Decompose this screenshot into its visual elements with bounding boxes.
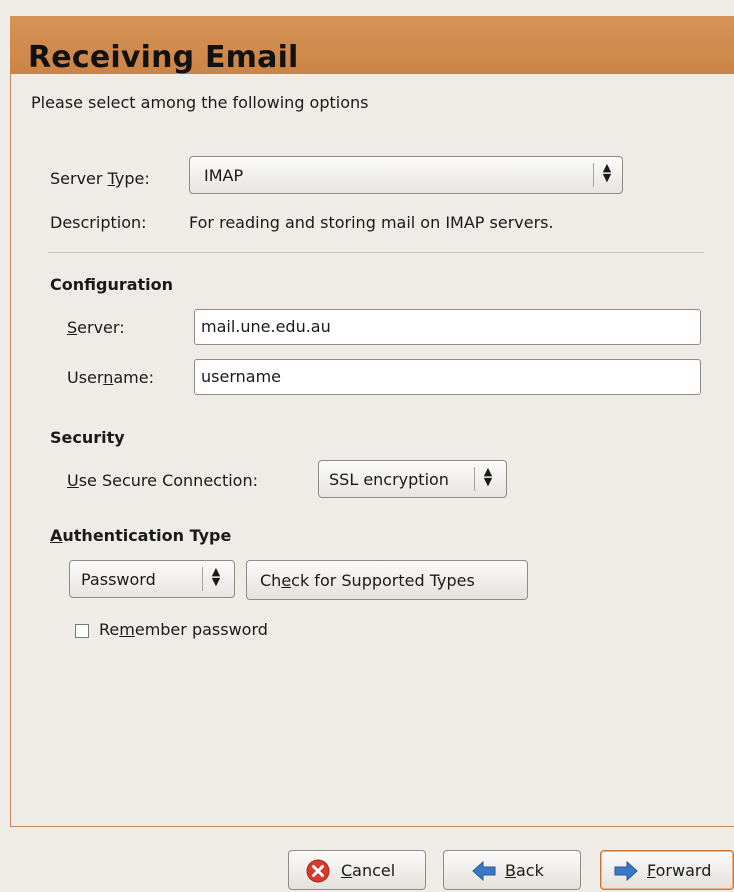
combo-separator — [593, 163, 594, 187]
authentication-heading: Authentication Type — [50, 526, 231, 545]
server-label-rest: erver: — [77, 318, 125, 337]
cancel-label: Cancel — [341, 861, 395, 880]
section-divider — [48, 252, 704, 253]
back-arrow-icon — [472, 859, 496, 883]
secure-connection-label: Use Secure Connection: — [67, 471, 258, 490]
forward-label-mnemonic: F — [647, 861, 656, 880]
server-type-label-prefix: Server — [50, 169, 108, 188]
username-label-suffix: ame: — [113, 368, 154, 387]
forward-label: Forward — [647, 861, 711, 880]
authentication-type-combo[interactable]: Password ▲ ▼ — [69, 560, 235, 598]
username-input-value: username — [201, 367, 281, 386]
assistant-page — [10, 16, 734, 827]
back-label: Back — [505, 861, 544, 880]
remember-label-mnemonic: m — [119, 620, 135, 639]
server-type-value: IMAP — [204, 166, 244, 185]
secure-connection-label-rest: se Secure Connection: — [78, 471, 258, 490]
server-type-label-mnemonic: T — [107, 169, 115, 188]
check-label-mnemonic: e — [281, 571, 292, 590]
back-button[interactable]: Back — [443, 850, 581, 890]
remember-label-suffix: ember password — [134, 620, 268, 639]
username-label-mnemonic: n — [103, 368, 114, 387]
forward-arrow-icon — [614, 859, 638, 883]
authentication-heading-rest: uthentication Type — [62, 526, 232, 545]
secure-connection-combo[interactable]: SSL encryption ▲ ▼ — [318, 460, 507, 498]
check-supported-types-label: Check for Supported Types — [260, 571, 475, 590]
secure-connection-value: SSL encryption — [329, 470, 449, 489]
page-title: Receiving Email — [28, 40, 299, 75]
check-label-prefix: Ch — [260, 571, 282, 590]
instructions-text: Please select among the following option… — [31, 93, 369, 112]
remember-password-label[interactable]: Remember password — [99, 620, 268, 639]
description-text: For reading and storing mail on IMAP ser… — [189, 213, 554, 232]
server-type-combo[interactable]: IMAP ▲ ▼ — [189, 156, 623, 194]
authentication-type-value: Password — [81, 570, 156, 589]
description-label: Description: — [50, 213, 147, 232]
username-input[interactable]: username — [194, 359, 701, 395]
server-type-label: Server Type: — [50, 169, 150, 188]
cancel-label-mnemonic: C — [341, 861, 353, 880]
up-down-arrows-icon: ▲ ▼ — [211, 565, 221, 588]
username-label-prefix: User — [67, 368, 104, 387]
forward-label-rest: orward — [655, 861, 712, 880]
cancel-button[interactable]: Cancel — [288, 850, 426, 890]
secure-connection-label-mnemonic: U — [67, 471, 79, 490]
server-type-label-suffix: ype: — [114, 169, 150, 188]
remember-label-prefix: Re — [99, 620, 120, 639]
up-down-arrows-icon: ▲ ▼ — [483, 465, 493, 488]
cancel-icon — [306, 859, 330, 883]
back-label-mnemonic: B — [505, 861, 516, 880]
up-down-arrows-icon: ▲ ▼ — [602, 161, 612, 184]
combo-separator — [474, 467, 475, 491]
username-label: Username: — [67, 368, 154, 387]
server-label-mnemonic: S — [67, 318, 78, 337]
security-heading: Security — [50, 428, 125, 447]
forward-button[interactable]: Forward — [600, 850, 734, 890]
server-input[interactable]: mail.une.edu.au — [194, 309, 701, 345]
authentication-heading-mnemonic: A — [50, 526, 63, 545]
remember-password-checkbox[interactable] — [75, 624, 89, 638]
back-label-rest: ack — [515, 861, 544, 880]
page-header: Receiving Email — [10, 16, 734, 75]
cancel-label-rest: ancel — [352, 861, 396, 880]
server-input-value: mail.une.edu.au — [201, 317, 331, 336]
server-label: Server: — [67, 318, 125, 337]
check-label-suffix: ck for Supported Types — [291, 571, 475, 590]
mail-assistant-window: Receiving Email Please select among the … — [0, 0, 734, 892]
check-supported-types-button[interactable]: Check for Supported Types — [246, 560, 528, 600]
combo-separator — [202, 567, 203, 591]
configuration-heading: Configuration — [50, 275, 174, 294]
